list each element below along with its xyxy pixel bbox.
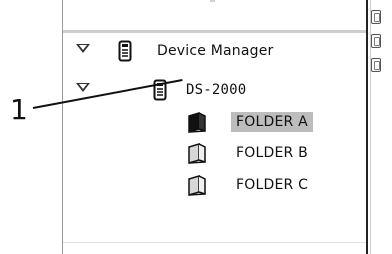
right-column-icon bbox=[371, 58, 381, 72]
tree-panel-header-divider bbox=[63, 30, 366, 33]
callout-number: 1 bbox=[10, 93, 28, 126]
folder-icon bbox=[188, 174, 206, 196]
expand-triangle-icon[interactable] bbox=[76, 44, 90, 53]
tree-panel-left-border bbox=[62, 0, 63, 254]
header-mark bbox=[210, 0, 215, 2]
folder-icon bbox=[188, 111, 206, 133]
tree-panel-right-border[interactable] bbox=[366, 0, 368, 254]
right-column-icon bbox=[371, 34, 381, 48]
tree-panel-header bbox=[63, 0, 366, 30]
tree-item-label: Device Manager bbox=[157, 43, 274, 59]
tree-item-label: FOLDER B bbox=[236, 145, 308, 161]
expand-triangle-icon[interactable] bbox=[76, 83, 90, 92]
tree-panel-bottom-divider bbox=[63, 242, 366, 243]
device-icon bbox=[118, 40, 132, 62]
right-column-icon bbox=[371, 10, 381, 24]
folder-icon bbox=[188, 142, 206, 164]
tree-item-label: FOLDER A bbox=[231, 112, 313, 132]
tree-item-label: DS-2000 bbox=[186, 82, 247, 98]
tree-item-label: FOLDER C bbox=[236, 177, 309, 193]
